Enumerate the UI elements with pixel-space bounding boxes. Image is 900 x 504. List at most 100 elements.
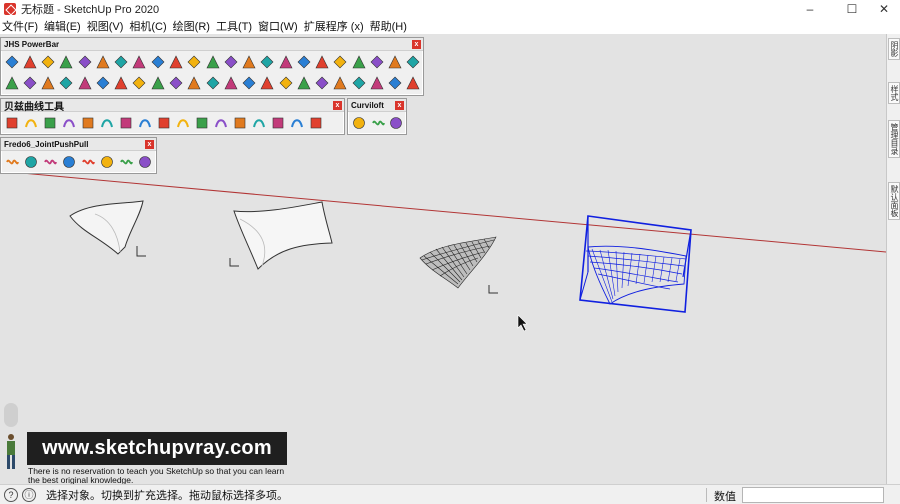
bucket-icon[interactable]	[131, 74, 148, 92]
joint-pushpull-icon[interactable]	[3, 153, 21, 171]
menu-extensions[interactable]: 扩展程序 (x)	[304, 18, 370, 34]
tray-tab-styles[interactable]: 样式	[888, 82, 900, 104]
finish-icon[interactable]	[136, 153, 154, 171]
menu-view[interactable]: 视图(V)	[87, 18, 130, 34]
grid-orange-icon[interactable]	[332, 74, 349, 92]
twist-icon[interactable]	[149, 53, 166, 71]
close-button[interactable]: ✕	[866, 0, 900, 18]
chain-icon[interactable]	[94, 74, 111, 92]
wave-icon[interactable]	[22, 114, 40, 132]
menu-window[interactable]: 窗口(W)	[258, 18, 304, 34]
triangle-icon[interactable]	[3, 74, 20, 92]
cross-icon[interactable]	[368, 53, 385, 71]
green-face-icon[interactable]	[58, 53, 75, 71]
bed-icon[interactable]	[186, 53, 203, 71]
fredo-toolbar-header: Fredo6_JointPushPull x	[1, 138, 156, 151]
stack-icon[interactable]	[186, 74, 203, 92]
n-curve-icon[interactable]	[174, 114, 192, 132]
rotate-icon[interactable]	[40, 74, 57, 92]
tray-tab-shadows[interactable]: 阴影	[888, 38, 900, 60]
wave-blue-icon[interactable]	[231, 114, 249, 132]
cube-outline-icon[interactable]	[94, 53, 111, 71]
vine-icon[interactable]	[259, 53, 276, 71]
dumbbell-icon[interactable]	[222, 53, 239, 71]
scale-figure	[4, 403, 18, 469]
brush-curve-icon[interactable]	[41, 114, 59, 132]
menu-draw[interactable]: 绘图(R)	[173, 18, 216, 34]
gear-outline-icon[interactable]	[250, 114, 268, 132]
vector-pushpull-icon[interactable]	[22, 153, 40, 171]
select-face-icon[interactable]	[40, 53, 57, 71]
spiral-icon[interactable]	[136, 114, 154, 132]
push-pull-icon[interactable]	[3, 53, 20, 71]
arc-points-icon[interactable]	[3, 114, 21, 132]
ladder-icon[interactable]	[259, 74, 276, 92]
table-icon[interactable]	[295, 74, 312, 92]
panel-icon[interactable]	[314, 74, 331, 92]
info-icon[interactable]: ⓘ	[22, 487, 36, 502]
shape-icon[interactable]	[405, 53, 422, 71]
printer-icon[interactable]	[405, 74, 422, 92]
loop-icon[interactable]	[21, 74, 38, 92]
menu-help[interactable]: 帮助(H)	[370, 18, 413, 34]
menu-file[interactable]: 文件(F)	[2, 18, 44, 34]
tray-tab-outliner[interactable]: 管理目录	[888, 120, 900, 158]
menu-edit[interactable]: 编辑(E)	[44, 18, 87, 34]
sphere-icon[interactable]	[387, 114, 405, 132]
grid-yellow-icon[interactable]	[350, 74, 367, 92]
swirl-icon[interactable]	[113, 53, 130, 71]
rocking-chair-icon[interactable]	[149, 74, 166, 92]
spline-i-icon[interactable]	[79, 114, 97, 132]
jhs-toolbar-close-button[interactable]: x	[412, 39, 421, 49]
loft-shield-icon[interactable]	[350, 114, 368, 132]
geo-location-icon[interactable]: ?	[4, 487, 18, 502]
offset-icon[interactable]	[98, 153, 116, 171]
normal-pushpull-icon[interactable]	[41, 153, 59, 171]
triangle-outline-icon[interactable]	[307, 114, 325, 132]
minimize-button[interactable]: –	[792, 0, 828, 18]
arc-red-icon[interactable]	[212, 114, 230, 132]
dots-curve-icon[interactable]	[387, 74, 404, 92]
bezier-toolbar-close-button[interactable]: x	[333, 100, 342, 110]
hook-icon[interactable]	[193, 114, 211, 132]
square-outline-icon[interactable]	[117, 114, 135, 132]
extrude-icon[interactable]	[60, 153, 78, 171]
weld-icon[interactable]	[131, 53, 148, 71]
menu-tools[interactable]: 工具(T)	[216, 18, 258, 34]
maximize-button[interactable]: ☐	[834, 0, 870, 18]
tree-icon[interactable]	[204, 74, 221, 92]
undo-red-icon[interactable]	[113, 74, 130, 92]
scatter-icon[interactable]	[368, 74, 385, 92]
s-curve-icon[interactable]	[155, 114, 173, 132]
zoom-circle-icon[interactable]	[240, 74, 257, 92]
menu-camera[interactable]: 相机(C)	[129, 18, 172, 34]
rings-icon[interactable]	[222, 74, 239, 92]
fredo-toolbar-close-button[interactable]: x	[145, 139, 154, 149]
cross-arrows-icon[interactable]	[314, 53, 331, 71]
wrench-icon[interactable]	[269, 114, 287, 132]
thicken-icon[interactable]	[79, 153, 97, 171]
pipe-icon[interactable]	[240, 53, 257, 71]
bezier-n-icon[interactable]	[60, 114, 78, 132]
erase-face-icon[interactable]	[76, 53, 93, 71]
shield-face-icon[interactable]	[167, 74, 184, 92]
red-box-icon[interactable]	[167, 53, 184, 71]
move-icon[interactable]	[76, 74, 93, 92]
tray-tab-default-panel[interactable]: 默认面板	[888, 182, 900, 220]
grid-select-icon[interactable]	[350, 53, 367, 71]
flip-icon[interactable]	[21, 53, 38, 71]
component-icon[interactable]	[332, 53, 349, 71]
reload-icon[interactable]	[58, 74, 75, 92]
bench-icon[interactable]	[277, 74, 294, 92]
flag-icon[interactable]	[204, 53, 221, 71]
skin-icon[interactable]	[369, 114, 387, 132]
tower-icon[interactable]	[387, 53, 404, 71]
circle-outline-icon[interactable]	[288, 114, 306, 132]
bezier-toolbar-header: 贝兹曲线工具 x	[1, 99, 344, 113]
curve-dots-icon[interactable]	[295, 53, 312, 71]
round-pushpull-icon[interactable]	[117, 153, 135, 171]
measurements-input[interactable]	[742, 487, 884, 503]
curviloft-toolbar-close-button[interactable]: x	[395, 100, 404, 110]
lasso-icon[interactable]	[277, 53, 294, 71]
curve-c-icon[interactable]	[98, 114, 116, 132]
